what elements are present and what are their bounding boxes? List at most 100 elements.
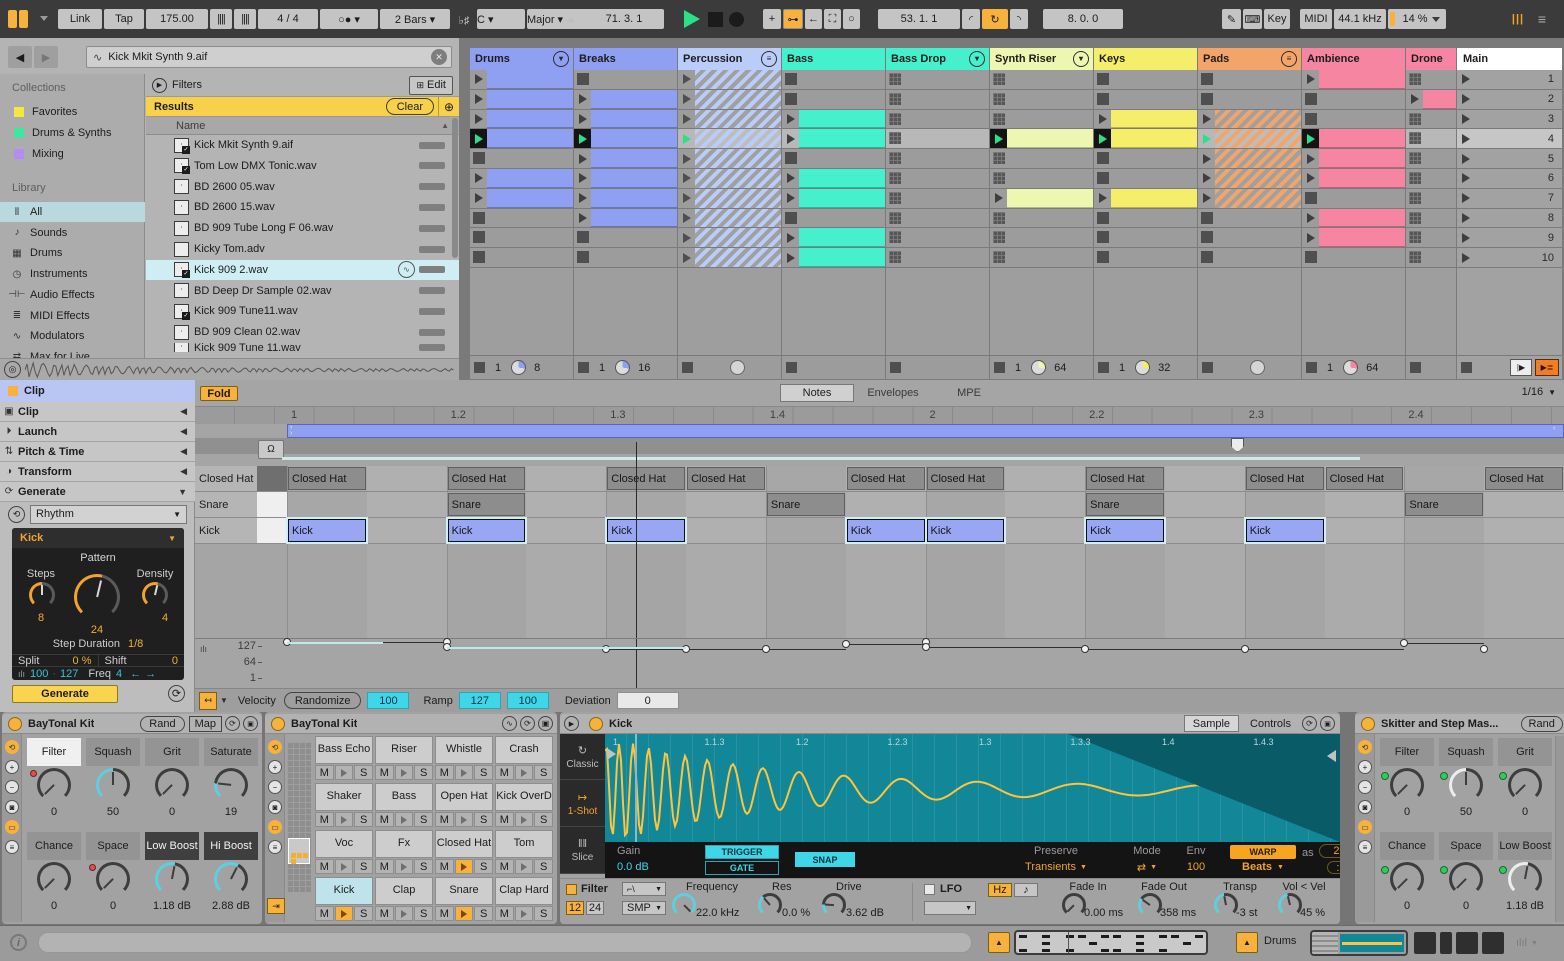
track-stop-button[interactable] <box>994 362 1005 373</box>
section-collapsed-icon[interactable]: ◀ <box>180 446 187 457</box>
macro-value[interactable]: 50 <box>84 806 142 820</box>
macro-value[interactable]: 0 <box>84 900 142 914</box>
track-header-dropdown-icon[interactable]: ▾ <box>969 51 985 67</box>
section-collapsed-icon[interactable]: ◀ <box>180 406 187 417</box>
gain-value[interactable]: 0.0 dB <box>617 861 677 873</box>
computer-midi-keyboard-button[interactable]: ⌨ <box>1243 9 1262 29</box>
clip-body[interactable] <box>1215 109 1301 129</box>
file-row[interactable]: ᛫✓ Kick 909 Tune11.wav <box>146 301 459 321</box>
device-thumbnail-selected[interactable] <box>1310 930 1408 956</box>
clip-slot[interactable] <box>470 188 573 208</box>
track-stop-button[interactable] <box>682 362 693 373</box>
midi-note[interactable]: Closed Hat <box>926 467 1005 490</box>
deviation-field[interactable]: 0 <box>616 692 679 709</box>
clip-slot[interactable] <box>1094 70 1197 89</box>
pad-solo-button[interactable]: S <box>354 765 374 780</box>
clip-body[interactable] <box>591 149 677 168</box>
pad-name[interactable]: Clap <box>375 877 433 905</box>
remove-macro-icon[interactable]: − <box>1358 780 1372 794</box>
velocity-point[interactable] <box>1480 645 1489 654</box>
velocity-point[interactable] <box>1081 645 1090 654</box>
chain-list-icon[interactable]: ≡ <box>5 840 19 854</box>
clip-body[interactable] <box>591 89 677 109</box>
clip-stop-button[interactable] <box>785 73 797 85</box>
clip-body[interactable] <box>1111 188 1197 208</box>
clip-slot[interactable] <box>886 228 989 248</box>
time-signature-field[interactable]: 4 / 4 <box>258 9 318 29</box>
pad-play-button[interactable] <box>394 812 414 827</box>
filter-circuit-select[interactable]: SMP ▼ <box>622 901 666 915</box>
clip-slot[interactable] <box>990 149 1093 168</box>
macro-knob[interactable] <box>214 862 248 896</box>
clip-slot[interactable] <box>678 228 781 248</box>
clip-slot[interactable] <box>1094 129 1197 149</box>
clip-launch-button[interactable] <box>574 129 591 149</box>
clip-slot[interactable] <box>470 149 573 168</box>
clip-slot[interactable] <box>782 70 885 89</box>
clip-stop-button[interactable] <box>1305 191 1317 204</box>
clip-body[interactable] <box>1319 129 1405 149</box>
vol-vel-value[interactable]: 45 % <box>1300 907 1340 919</box>
mode-tab-1-shot[interactable]: ↦ 1-Shot <box>560 781 605 827</box>
vol-vel-knob[interactable] <box>1278 893 1302 917</box>
pad-name[interactable]: Shaker <box>315 783 373 811</box>
density-knob[interactable] <box>142 582 168 608</box>
pad-solo-button[interactable]: S <box>534 859 554 874</box>
clip-slot[interactable] <box>782 169 885 188</box>
clip-slot[interactable] <box>574 89 677 109</box>
clip-stop-button[interactable] <box>1097 251 1109 264</box>
clip-body[interactable] <box>799 169 885 188</box>
snap-button[interactable]: SNAP <box>795 852 855 867</box>
punch-in-button[interactable]: ◜ <box>962 9 980 29</box>
clip-slot[interactable] <box>782 208 885 228</box>
velocity-point[interactable] <box>761 645 770 654</box>
session-view-icon[interactable]: ||| <box>1510 11 1526 27</box>
clip-body[interactable] <box>799 188 885 208</box>
slope-24-button[interactable]: 24 <box>586 901 604 915</box>
scene-launch-icon[interactable] <box>1462 153 1470 164</box>
device-thumbnail[interactable] <box>1482 932 1504 954</box>
clip-stop-button[interactable] <box>577 231 589 244</box>
clip-slot[interactable] <box>886 109 989 129</box>
clip-body[interactable] <box>1319 149 1405 168</box>
clip-stop-button[interactable] <box>889 191 901 204</box>
pad-mute-button[interactable]: M <box>315 906 334 921</box>
menu-chevron-icon[interactable] <box>40 16 48 21</box>
midi-note[interactable]: Kick <box>926 519 1005 542</box>
pad-mute-button[interactable]: M <box>315 812 334 827</box>
metronome-icon[interactable]: |||| <box>210 9 232 29</box>
device-on-button[interactable] <box>1361 716 1375 731</box>
drum-pad-bass[interactable]: Bass M S <box>375 783 434 828</box>
clip-stop-button[interactable] <box>889 92 901 105</box>
clip-body[interactable] <box>1215 129 1301 149</box>
scene-slot[interactable]: 8 <box>1457 208 1562 228</box>
clip-body[interactable] <box>591 169 677 188</box>
tab-notes[interactable]: Notes <box>780 384 854 402</box>
clip-section-transform[interactable]: ◑ Transform ◀ <box>0 462 195 482</box>
automation-re-enable-button[interactable]: ○ <box>843 9 860 29</box>
rand-button[interactable]: Rand <box>140 715 185 732</box>
hz-button[interactable]: Hz <box>988 883 1012 897</box>
drum-pad-kick-overd[interactable]: Kick OverD M S <box>495 783 554 828</box>
clip-slot[interactable] <box>990 188 1093 208</box>
ramp-start-field[interactable]: 127 <box>458 692 501 709</box>
filter-on-button[interactable] <box>566 884 577 895</box>
regenerate-icon[interactable]: ⟳ <box>168 685 185 702</box>
macro-value[interactable]: 0 <box>1437 900 1495 914</box>
clip-body[interactable] <box>1111 129 1197 149</box>
clip-overview[interactable] <box>1014 930 1208 955</box>
midi-note[interactable]: Kick <box>288 519 366 542</box>
pad-play-button[interactable] <box>514 859 534 874</box>
tab-sample[interactable]: Sample <box>1183 715 1240 732</box>
clip-launch-button[interactable] <box>470 90 487 109</box>
sidebar-item-modulators[interactable]: ∿ Modulators <box>0 326 145 346</box>
scene-launch-icon[interactable] <box>1462 252 1470 263</box>
clip-slot[interactable] <box>678 149 781 168</box>
macro-knob[interactable] <box>1390 768 1424 802</box>
clip-slot[interactable] <box>886 188 989 208</box>
clip-stop-button[interactable] <box>473 231 485 244</box>
clip-body[interactable] <box>1007 129 1093 149</box>
clip-slot[interactable] <box>470 70 573 89</box>
file-row[interactable]: ᛫✓ Kick 909 2.wav ∿ <box>146 259 459 280</box>
preview-waveform[interactable] <box>25 360 459 379</box>
